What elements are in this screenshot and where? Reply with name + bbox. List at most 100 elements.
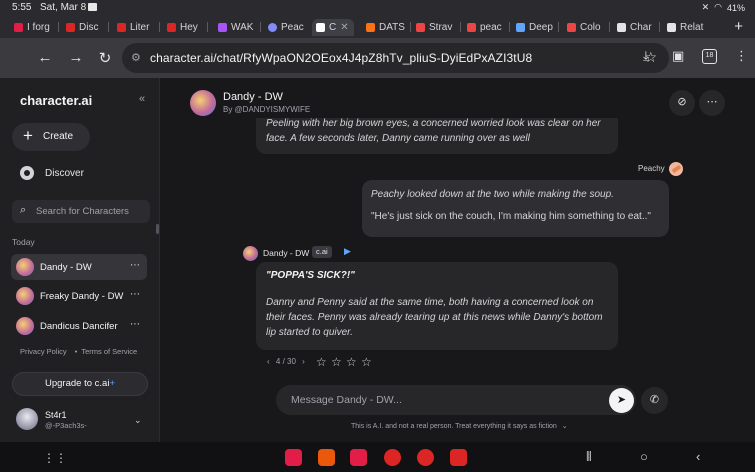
tab-favicon-icon: [117, 23, 126, 32]
sidebar-chat-item[interactable]: Freaky Dandy - DW ⋯: [11, 283, 147, 309]
terms-of-service-link[interactable]: Terms of Service: [81, 347, 137, 356]
app-drawer-icon[interactable]: ⋮⋮: [43, 451, 67, 465]
tab-favicon-icon: [218, 23, 227, 32]
send-button[interactable]: ➤: [609, 388, 634, 413]
collapse-sidebar-icon[interactable]: «: [139, 93, 145, 105]
notes-app-icon[interactable]: [285, 449, 302, 466]
reload-icon[interactable]: ↻: [96, 49, 114, 67]
play-audio-icon[interactable]: ▶: [344, 246, 351, 257]
message-input[interactable]: Message Dandy - DW...: [276, 385, 636, 415]
compass-icon: [20, 166, 34, 180]
chevron-down-icon[interactable]: ⌄: [562, 423, 568, 430]
search-placeholder: Search for Characters: [36, 206, 129, 217]
browser-tab[interactable]: Relat: [667, 19, 705, 36]
legal-links: Privacy Policy • Terms of Service: [20, 347, 138, 356]
bot-message-previous: Peeling with her big brown eyes, a conce…: [256, 118, 618, 154]
browser-tab[interactable]: DATS: [366, 19, 406, 36]
upgrade-button[interactable]: Upgrade to c.ai+: [12, 372, 148, 396]
section-today: Today: [12, 237, 35, 247]
forward-arrow-icon[interactable]: →: [67, 49, 85, 66]
messages-app-icon[interactable]: [384, 449, 401, 466]
recent-apps-icon[interactable]: ⦀: [586, 449, 592, 465]
files-app-icon[interactable]: [318, 449, 335, 466]
avatar: [16, 258, 34, 276]
user-name: St4r1: [45, 410, 67, 420]
pager-count: 4 / 30: [275, 357, 296, 366]
browser-toolbar: ← → ↻ ⚙ character.ai/chat/RfyWpaON2OEox4…: [0, 38, 755, 78]
status-date: Sat, Mar 8: [40, 2, 87, 13]
rating-star-icon[interactable]: ☆: [316, 355, 327, 369]
camera-app-icon[interactable]: [450, 449, 467, 466]
create-button[interactable]: + Create: [12, 123, 90, 151]
address-bar[interactable]: ⚙ character.ai/chat/RfyWpaON2OEox4J4pZ8h…: [122, 43, 669, 73]
message-text: Peachy looked down at the two while maki…: [371, 189, 614, 200]
chevron-right-icon[interactable]: ›: [302, 357, 305, 366]
browser-tab[interactable]: Disc: [66, 19, 104, 36]
home-icon[interactable]: ○: [640, 449, 648, 464]
new-tab-button[interactable]: +: [734, 18, 743, 35]
more-options-icon[interactable]: ⋯: [130, 319, 140, 330]
tab-favicon-icon: [567, 23, 576, 32]
plus-icon: +: [23, 126, 33, 145]
browser-tab-active[interactable]: C ✕: [312, 19, 354, 36]
privacy-policy-link[interactable]: Privacy Policy: [20, 347, 67, 356]
browser-tab[interactable]: Peac: [268, 19, 306, 36]
browser-tab[interactable]: Deep: [516, 19, 554, 36]
rating-star-icon[interactable]: ☆: [361, 355, 372, 369]
tab-count-button[interactable]: 18: [702, 49, 717, 64]
more-options-button[interactable]: ⋯: [699, 90, 725, 116]
back-icon[interactable]: ‹: [696, 449, 700, 464]
browser-tab[interactable]: Hey: [167, 19, 203, 36]
upgrade-label: Upgrade to c.ai: [45, 378, 110, 389]
more-options-icon[interactable]: ⋯: [130, 289, 140, 300]
message-text: "He's just sick on the couch, I'm making…: [371, 211, 651, 222]
sidebar-scrollbar[interactable]: [156, 224, 159, 234]
browser-tab[interactable]: Strav: [416, 19, 456, 36]
site-settings-icon[interactable]: ⚙: [131, 51, 141, 64]
character-author[interactable]: By @DANDYISMYWIFE: [223, 105, 310, 114]
menu-dots-icon[interactable]: ⋮: [735, 48, 748, 64]
status-bar: 5:55 Sat, Mar 8 ✕ ◠ 41%: [0, 0, 755, 16]
tab-favicon-icon: [268, 23, 277, 32]
sidebar: character.ai « + Create Discover ⌕ Searc…: [0, 78, 160, 442]
back-arrow-icon[interactable]: ←: [36, 49, 54, 66]
close-icon[interactable]: ✕: [340, 22, 348, 33]
download-icon[interactable]: ⤓: [643, 48, 649, 64]
user-persona-avatar: [669, 162, 683, 176]
translate-icon[interactable]: ▣: [672, 48, 684, 64]
chevron-down-icon[interactable]: ⌄: [134, 415, 142, 426]
tab-strip: I forg Disc Liter Hey WAK Peac C ✕ DATS S…: [0, 16, 755, 38]
user-handle: @-P3ach3s-: [45, 421, 87, 430]
calendar-app-icon[interactable]: [350, 449, 367, 466]
character-name[interactable]: Dandy - DW: [223, 91, 283, 103]
search-characters-input[interactable]: ⌕ Search for Characters: [12, 200, 150, 223]
tab-favicon-icon: [66, 23, 75, 32]
more-options-icon[interactable]: ⋯: [130, 260, 140, 271]
mute-voice-button[interactable]: ⊘: [669, 90, 695, 116]
tab-favicon-icon: [14, 23, 23, 32]
character-avatar: [243, 246, 258, 261]
browser-tab[interactable]: Colo: [567, 19, 605, 36]
page-content: character.ai « + Create Discover ⌕ Searc…: [0, 78, 755, 442]
browser-tab[interactable]: Char: [617, 19, 655, 36]
browser-tab[interactable]: Liter: [117, 19, 155, 36]
browser-tab[interactable]: WAK: [218, 19, 256, 36]
chrome-app-icon[interactable]: [417, 449, 434, 466]
chevron-left-icon[interactable]: ‹: [267, 357, 270, 366]
mute-icon: ✕: [701, 2, 710, 12]
call-button[interactable]: ✆: [641, 387, 668, 414]
battery-level: 41%: [726, 2, 745, 13]
message-text: "POPPA'S SICK?!": [266, 270, 355, 281]
create-label: Create: [43, 131, 74, 142]
sidebar-chat-item[interactable]: Dandicus Dancifer ⋯: [11, 313, 147, 339]
rating-star-icon[interactable]: ☆: [346, 355, 357, 369]
tab-favicon-icon: [467, 23, 476, 32]
ai-disclaimer[interactable]: This is A.I. and not a real person. Trea…: [351, 422, 568, 430]
browser-tab[interactable]: I forg: [14, 19, 56, 36]
rating-star-icon[interactable]: ☆: [331, 355, 342, 369]
browser-tab[interactable]: peac: [467, 19, 505, 36]
character-avatar[interactable]: [190, 90, 216, 116]
url-text[interactable]: character.ai/chat/RfyWpaON2OEox4J4pZ8hTv…: [150, 51, 532, 65]
sidebar-chat-item[interactable]: Dandy - DW ⋯: [11, 254, 147, 280]
brand-logo[interactable]: character.ai: [20, 93, 92, 108]
